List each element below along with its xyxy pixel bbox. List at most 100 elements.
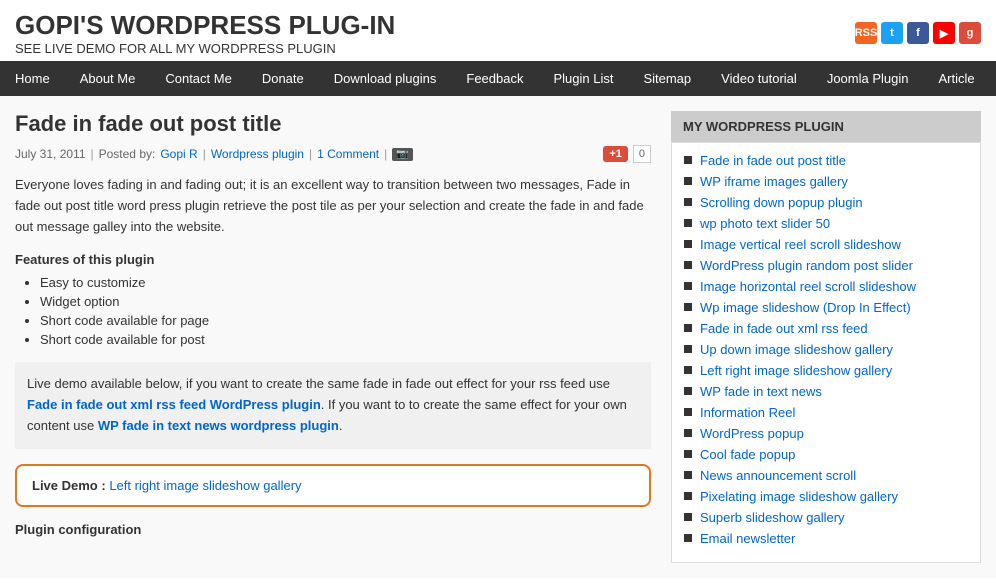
nav-joomla-plugin[interactable]: Joomla Plugin	[812, 61, 924, 96]
sidebar-bullet	[684, 198, 692, 206]
sidebar-list-item: Scrolling down popup plugin	[684, 195, 968, 210]
feature-item: Short code available for page	[40, 313, 651, 328]
sidebar-list-item: wp photo text slider 50	[684, 216, 968, 231]
twitter-icon[interactable]: t	[881, 22, 903, 44]
header-text: GOPI'S WORDPRESS PLUG-IN SEE LIVE DEMO F…	[15, 10, 395, 56]
sidebar-bullet	[684, 492, 692, 500]
gplus-button[interactable]: +1	[603, 146, 628, 162]
sidebar-link[interactable]: Superb slideshow gallery	[700, 510, 845, 525]
sidebar-bullet	[684, 156, 692, 164]
sidebar-bullet	[684, 177, 692, 185]
info-prefix: Live demo available below, if you want t…	[27, 376, 610, 391]
sidebar-link[interactable]: Pixelating image slideshow gallery	[700, 489, 898, 504]
plugin-config-title: Plugin configuration	[15, 522, 651, 537]
nav-contact-me[interactable]: Contact Me	[150, 61, 246, 96]
nav-sitemap[interactable]: Sitemap	[628, 61, 706, 96]
sidebar-bullet	[684, 345, 692, 353]
sidebar-bullet	[684, 240, 692, 248]
sidebar-list-item: Image vertical reel scroll slideshow	[684, 237, 968, 252]
sidebar-list-item: Fade in fade out post title	[684, 153, 968, 168]
nav-feedback[interactable]: Feedback	[451, 61, 538, 96]
feature-item: Short code available for post	[40, 332, 651, 347]
features-title: Features of this plugin	[15, 252, 651, 267]
sidebar-link[interactable]: Information Reel	[700, 405, 795, 420]
sidebar-link[interactable]: WordPress popup	[700, 426, 804, 441]
sidebar-bullet	[684, 513, 692, 521]
sidebar-list-item: WP fade in text news	[684, 384, 968, 399]
sidebar-bullet	[684, 282, 692, 290]
sidebar-bullet	[684, 471, 692, 479]
nav-home[interactable]: Home	[0, 61, 65, 96]
sidebar-link[interactable]: wp photo text slider 50	[700, 216, 830, 231]
sidebar-list-item: Image horizontal reel scroll slideshow	[684, 279, 968, 294]
sidebar-list-item: Wp image slideshow (Drop In Effect)	[684, 300, 968, 315]
sidebar-link[interactable]: Up down image slideshow gallery	[700, 342, 893, 357]
sidebar-list-item: Fade in fade out xml rss feed	[684, 321, 968, 336]
rss-icon[interactable]: RSS	[855, 22, 877, 44]
header: GOPI'S WORDPRESS PLUG-IN SEE LIVE DEMO F…	[0, 0, 996, 61]
sidebar-link[interactable]: Wp image slideshow (Drop In Effect)	[700, 300, 911, 315]
nav-download-plugins[interactable]: Download plugins	[319, 61, 452, 96]
post-title: Fade in fade out post title	[15, 111, 651, 137]
nav-article[interactable]: Article	[923, 61, 989, 96]
sidebar-list-item: WP iframe images gallery	[684, 174, 968, 189]
sidebar-link[interactable]: Scrolling down popup plugin	[700, 195, 863, 210]
sidebar-list-item: WordPress plugin random post slider	[684, 258, 968, 273]
gplus-count: 0	[633, 145, 651, 163]
info-box: Live demo available below, if you want t…	[15, 362, 651, 448]
sidebar-bullet	[684, 450, 692, 458]
posted-by-label: Posted by:	[99, 147, 156, 161]
sidebar-link[interactable]: Fade in fade out xml rss feed	[700, 321, 868, 336]
feature-item: Widget option	[40, 294, 651, 309]
sidebar-link[interactable]: Email newsletter	[700, 531, 795, 546]
sidebar-bullet	[684, 303, 692, 311]
sidebar-link[interactable]: WP fade in text news	[700, 384, 822, 399]
sidebar-bullet	[684, 408, 692, 416]
live-demo-box: Live Demo : Left right image slideshow g…	[15, 464, 651, 507]
meta-sep4: |	[384, 147, 387, 161]
youtube-icon[interactable]: ▶	[933, 22, 955, 44]
info-suffix: .	[339, 418, 343, 433]
sidebar-list-item: WordPress popup	[684, 426, 968, 441]
sidebar-bullet	[684, 387, 692, 395]
sidebar-link[interactable]: Image vertical reel scroll slideshow	[700, 237, 901, 252]
nav-video-tutorial[interactable]: Video tutorial	[706, 61, 812, 96]
sidebar-link[interactable]: Left right image slideshow gallery	[700, 363, 892, 378]
sidebar-list-item: Up down image slideshow gallery	[684, 342, 968, 357]
sidebar-list-item: Information Reel	[684, 405, 968, 420]
info-bold2[interactable]: WP fade in text news wordpress plugin	[98, 418, 339, 433]
live-demo-label: Live Demo :	[32, 478, 106, 493]
sidebar-bullet	[684, 261, 692, 269]
sidebar-link[interactable]: Image horizontal reel scroll slideshow	[700, 279, 916, 294]
sidebar-link[interactable]: Fade in fade out post title	[700, 153, 846, 168]
facebook-icon[interactable]: f	[907, 22, 929, 44]
gplus-widget[interactable]: +1 0	[603, 145, 651, 163]
main-nav: Home About Me Contact Me Donate Download…	[0, 61, 996, 96]
main-layout: Fade in fade out post title July 31, 201…	[0, 96, 996, 578]
sidebar-link[interactable]: Cool fade popup	[700, 447, 795, 462]
sidebar-list-item: Cool fade popup	[684, 447, 968, 462]
sidebar-link[interactable]: WordPress plugin random post slider	[700, 258, 913, 273]
nav-donate[interactable]: Donate	[247, 61, 319, 96]
sidebar-list-item: Email newsletter	[684, 531, 968, 546]
post-content: Fade in fade out post title July 31, 201…	[15, 111, 671, 563]
post-category[interactable]: Wordpress plugin	[211, 147, 304, 161]
google-icon[interactable]: g	[959, 22, 981, 44]
info-bold1[interactable]: Fade in fade out xml rss feed WordPress …	[27, 397, 321, 412]
camera-icon: 📷	[392, 148, 412, 161]
header-icons: RSS t f ▶ g	[855, 22, 981, 44]
post-body: Everyone loves fading in and fading out;…	[15, 175, 651, 237]
sidebar-link[interactable]: News announcement scroll	[700, 468, 856, 483]
post-meta: July 31, 2011 | Posted by: Gopi R | Word…	[15, 145, 651, 163]
nav-plugin-list[interactable]: Plugin List	[538, 61, 628, 96]
live-demo-link[interactable]: Left right image slideshow gallery	[109, 478, 301, 493]
sidebar-bullet	[684, 534, 692, 542]
sidebar-link[interactable]: WP iframe images gallery	[700, 174, 848, 189]
post-date: July 31, 2011	[15, 147, 86, 161]
post-author[interactable]: Gopi R	[160, 147, 197, 161]
sidebar-list-item: Superb slideshow gallery	[684, 510, 968, 525]
post-comments[interactable]: 1 Comment	[317, 147, 379, 161]
sidebar-list-item: Left right image slideshow gallery	[684, 363, 968, 378]
nav-about-me[interactable]: About Me	[65, 61, 151, 96]
sidebar-bullet	[684, 429, 692, 437]
